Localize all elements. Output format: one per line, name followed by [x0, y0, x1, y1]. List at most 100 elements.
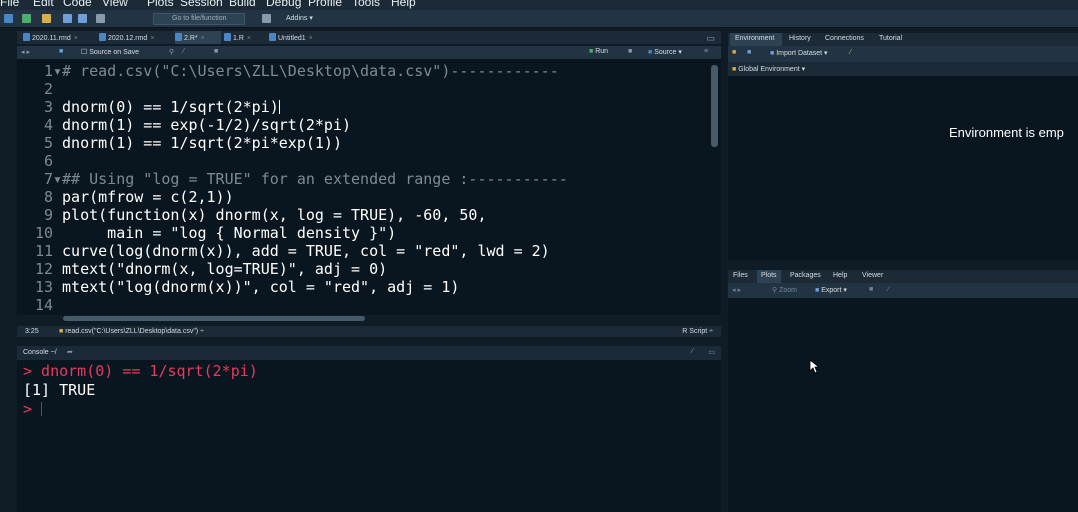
vertical-scrollbar[interactable]: [711, 65, 718, 147]
maximize-pane-icon[interactable]: ▭: [708, 348, 715, 356]
tab-files[interactable]: Files: [733, 270, 748, 283]
source-on-save-checkbox[interactable]: ☐ Source on Save: [81, 48, 139, 56]
menu-view[interactable]: View: [102, 0, 128, 9]
tab-label: 2020.11.rmd: [32, 35, 71, 42]
rerun-icon[interactable]: ■: [628, 48, 632, 55]
line-number: 14: [34, 296, 53, 314]
print-icon[interactable]: [96, 14, 105, 23]
plots-pane: [728, 298, 1078, 512]
r-file-icon: [175, 33, 182, 41]
tab-plots[interactable]: Plots: [757, 270, 781, 283]
menu-build[interactable]: Build: [229, 0, 256, 9]
line-number: 3: [43, 98, 53, 116]
save-icon[interactable]: ■: [59, 48, 63, 55]
close-icon[interactable]: ×: [150, 35, 154, 42]
maximize-pane-icon[interactable]: ▭: [706, 33, 715, 44]
layout-icon[interactable]: [262, 14, 271, 23]
close-icon[interactable]: ×: [201, 35, 205, 42]
environment-empty-message: Environment is emp: [949, 125, 1064, 140]
code-line: 6: [17, 152, 53, 170]
goto-file-input[interactable]: Go to file/function: [153, 13, 245, 25]
compile-icon[interactable]: ■: [214, 48, 218, 55]
text-cursor: [278, 100, 280, 114]
save-workspace-icon[interactable]: ■: [747, 49, 751, 56]
tab-connections[interactable]: Connections: [825, 33, 864, 46]
tab-tutorial[interactable]: Tutorial: [879, 33, 902, 46]
menu-help[interactable]: Help: [391, 0, 416, 9]
code-line: 12 mtext("dnorm(x, log=TRUE)", adj = 0): [17, 260, 387, 278]
horizontal-scrollbar[interactable]: [63, 316, 365, 321]
section-label: read.csv("C:\Users\ZLL\Desktop\data.csv"…: [65, 328, 199, 335]
broom-icon[interactable]: ⁄: [850, 49, 851, 56]
addins-menu[interactable]: Addins ▾: [286, 14, 313, 22]
tab-packages[interactable]: Packages: [790, 270, 821, 283]
line-number: 12: [34, 260, 53, 278]
console-prompt[interactable]: >: [23, 400, 43, 418]
tab-help[interactable]: Help: [833, 270, 847, 283]
open-workspace-icon[interactable]: ■: [732, 49, 736, 56]
code-line: 5 dnorm(1) == 1/sqrt(2*pi*exp(1)): [17, 134, 342, 152]
tab-2020-12-rmd[interactable]: 2020.12.rmd ×: [99, 31, 175, 44]
code-editor[interactable]: 1▾# read.csv("C:\Users\ZLL\Desktop\data.…: [17, 59, 721, 315]
tab-environment[interactable]: Environment: [730, 33, 782, 46]
code-line: 7▾## Using "log = TRUE" for an extended …: [17, 170, 568, 188]
zoom-button[interactable]: ⚲ Zoom: [772, 286, 797, 294]
wand-icon[interactable]: ⁄: [183, 48, 184, 55]
tab-untitled1[interactable]: Untitled1 ×: [269, 31, 341, 44]
menu-bar: File Edit Code View Plots Session Build …: [0, 0, 1078, 10]
close-icon[interactable]: ×: [74, 35, 78, 42]
save-all-icon[interactable]: [78, 14, 87, 23]
outline-icon[interactable]: ≡: [704, 48, 708, 55]
new-file-icon[interactable]: [4, 14, 13, 23]
line-number: 10: [34, 224, 53, 242]
fold-icon[interactable]: ▾: [53, 170, 62, 188]
menu-file[interactable]: File: [0, 0, 19, 9]
new-project-icon[interactable]: [22, 14, 31, 23]
clear-console-icon[interactable]: ⁄: [692, 348, 693, 355]
tab-2020-11-rmd[interactable]: 2020.11.rmd ×: [23, 31, 89, 44]
search-icon[interactable]: ⚲: [169, 48, 174, 56]
code-comment: ## Using "log = TRUE" for an extended ra…: [62, 170, 568, 188]
back-forward-icon[interactable]: ◂ ▸: [21, 48, 30, 56]
save-icon[interactable]: [63, 14, 72, 23]
menu-tools[interactable]: Tools: [352, 0, 380, 9]
menu-plots[interactable]: Plots: [147, 0, 174, 9]
fold-icon[interactable]: ▾: [53, 62, 62, 80]
menu-session[interactable]: Session: [180, 0, 223, 9]
tab-viewer[interactable]: Viewer: [862, 270, 883, 283]
export-button[interactable]: ■ Export ▾: [815, 286, 847, 294]
code-text: dnorm(0) == 1/sqrt(2*pi): [62, 98, 279, 116]
menu-code[interactable]: Code: [63, 0, 92, 9]
code-text: par(mfrow = c(2,1)): [62, 188, 234, 206]
tab-history[interactable]: History: [789, 33, 811, 46]
tab-1-r[interactable]: 1.R ×: [224, 31, 264, 44]
goto-dir-icon[interactable]: ➦: [67, 348, 73, 356]
menu-profile[interactable]: Profile: [308, 0, 342, 9]
prompt-symbol: >: [23, 400, 33, 418]
addins-label: Addins: [286, 15, 308, 22]
import-dataset-button[interactable]: ■ Import Dataset ▾: [770, 49, 828, 57]
section-navigator[interactable]: ■ read.csv("C:\Users\ZLL\Desktop\data.cs…: [59, 328, 204, 335]
console[interactable]: > dnorm(0) == 1/sqrt(2*pi) [1] TRUE >: [17, 360, 721, 512]
line-number: 4: [43, 116, 53, 134]
code-line: 4 dnorm(1) == exp(-1/2)/sqrt(2*pi): [17, 116, 351, 134]
clear-plots-icon[interactable]: ⁄: [888, 286, 889, 293]
menu-debug[interactable]: Debug: [266, 0, 301, 9]
close-icon[interactable]: ×: [309, 35, 313, 42]
tab-2-r[interactable]: 2.R* ×: [175, 31, 221, 44]
run-button[interactable]: ■ Run: [589, 48, 608, 55]
mouse-pointer-icon: [809, 359, 819, 374]
source-button[interactable]: ■ Source ▾: [648, 48, 682, 56]
menu-edit[interactable]: Edit: [33, 0, 54, 9]
close-icon[interactable]: ×: [247, 35, 251, 42]
code-line: 9 plot(function(x) dnorm(x, log = TRUE),…: [17, 206, 487, 224]
code-text: dnorm(1) == 1/sqrt(2*pi*exp(1)): [62, 134, 342, 152]
open-file-icon[interactable]: [42, 14, 51, 23]
remove-plot-icon[interactable]: ■: [869, 286, 873, 293]
file-type-selector[interactable]: R Script ÷: [682, 328, 713, 335]
scope-selector[interactable]: ■ Global Environment ▾: [732, 65, 805, 73]
back-forward-icon[interactable]: ◂ ▸: [732, 286, 741, 294]
code-line: 11 curve(log(dnorm(x)), add = TRUE, col …: [17, 242, 550, 260]
code-text: main = "log { Normal density }"): [62, 224, 397, 242]
run-icon: ■: [589, 48, 594, 55]
